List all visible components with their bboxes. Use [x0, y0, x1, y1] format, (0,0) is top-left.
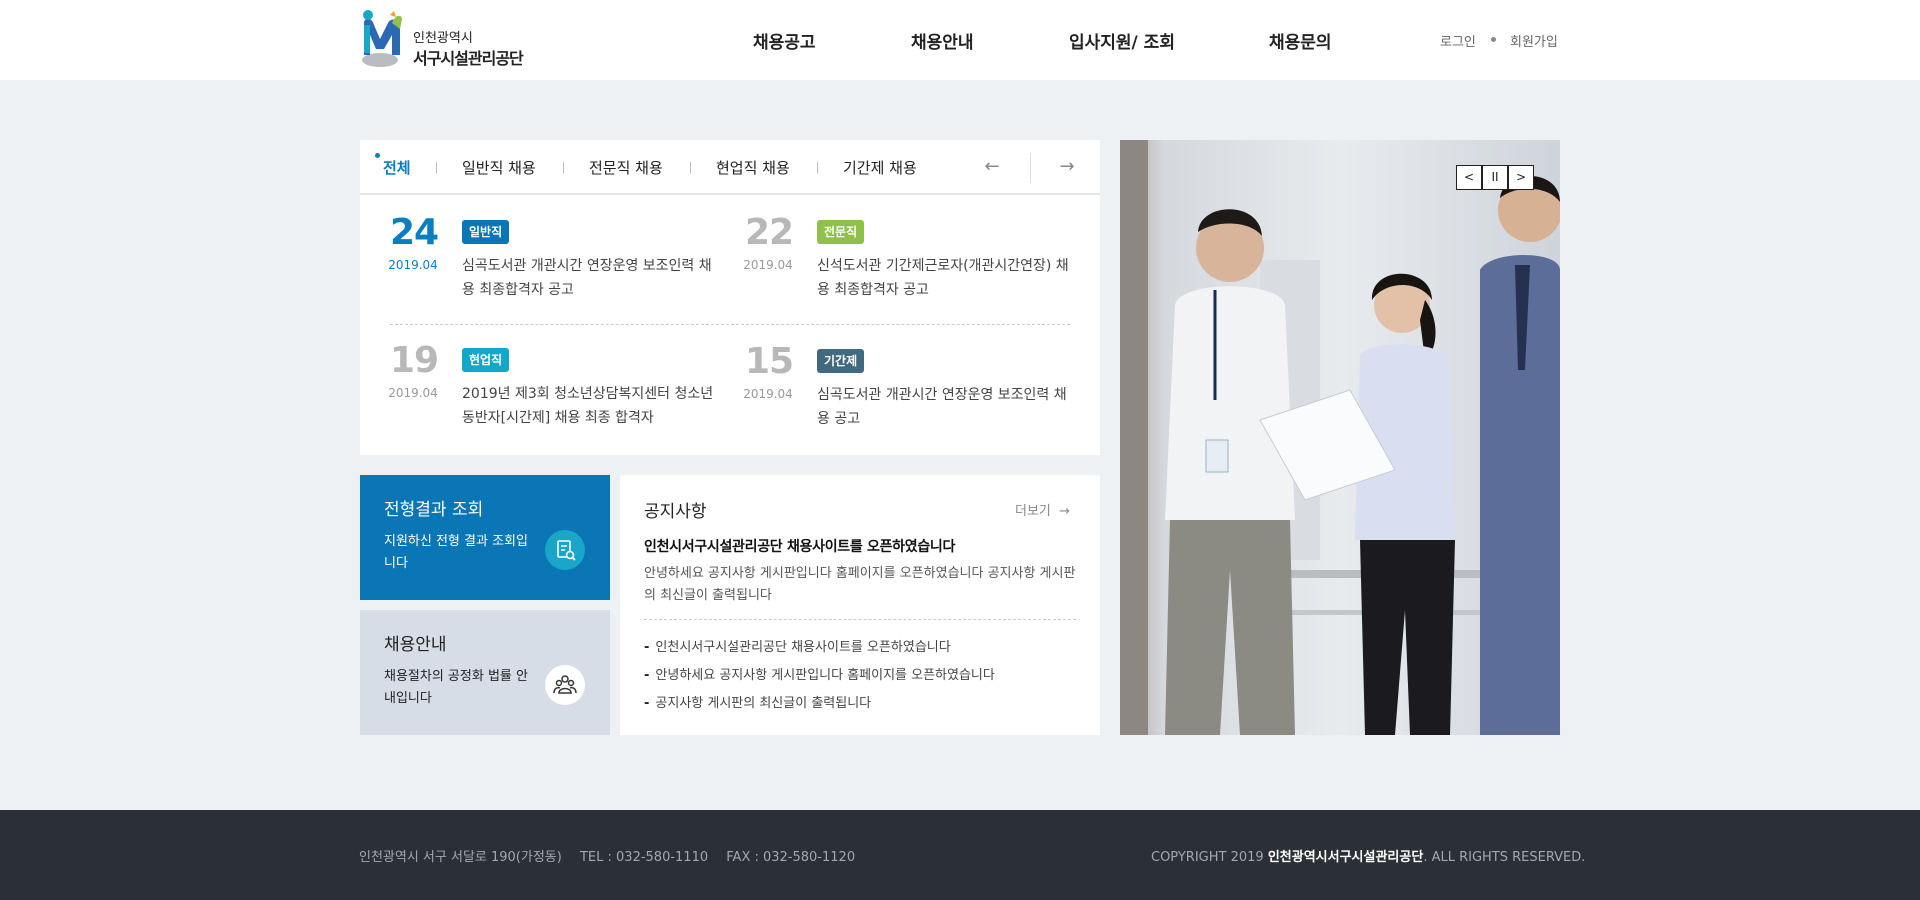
bullet-icon: -	[644, 640, 650, 655]
logo-title: 서구시설관리공단	[413, 49, 524, 68]
tab-all[interactable]: 전체	[383, 157, 411, 178]
notice-list-item[interactable]: - 공지사항 게시판의 최신글이 출력됩니다	[644, 692, 871, 711]
post-title[interactable]: 신석도서관 기간제근로자(개관시간연장) 채용 최종합격자 공고	[817, 254, 1077, 302]
tab-general[interactable]: 일반직 채용	[462, 157, 536, 178]
recruit-guide-card[interactable]: 채용안내 채용절차의 공정화 법률 안내입니다	[360, 610, 610, 735]
office-people-photo	[1120, 140, 1560, 735]
tab-divider	[690, 162, 691, 173]
footer-address: 인천광역시 서구 서달로 190(가정동)	[359, 850, 562, 865]
post-year-month: 2019.04	[388, 258, 438, 272]
recruit-board: 전체 일반직 채용 전문직 채용 현업직 채용 기간제 채용 ← → 24 20…	[360, 140, 1100, 455]
util-separator	[1491, 37, 1496, 42]
post-badge: 현업직	[462, 348, 510, 372]
recruit-post[interactable]: 24 2019.04 일반직 심곡도서관 개관시간 연장운영 보조인력 채용 최…	[388, 212, 730, 322]
notice-headline[interactable]: 인천시서구시설관리공단 채용사이트를 오픈하였습니다	[644, 536, 1084, 556]
post-badge: 기간제	[817, 349, 865, 373]
card-title: 채용안내	[384, 635, 447, 655]
footer-fax: FAX : 032-580-1120	[726, 850, 856, 865]
tab-divider	[436, 162, 437, 173]
signup-link[interactable]: 회원가입	[1510, 31, 1558, 50]
notice-list-item[interactable]: - 안녕하세요 공지사항 게시판입니다 홈페이지를 오픈하였습니다	[644, 664, 995, 683]
tab-fixed-term[interactable]: 기간제 채용	[843, 157, 917, 178]
copyright-suffix: . ALL RIGHTS RESERVED.	[1423, 850, 1586, 865]
site-logo[interactable]: 인천광역시 서구시설관리공단	[360, 9, 525, 69]
notice-item-text: 인천시서구시설관리공단 채용사이트를 오픈하였습니다	[655, 640, 951, 655]
post-badge: 전문직	[817, 220, 865, 244]
logo-subtitle: 인천광역시	[413, 31, 473, 46]
post-title[interactable]: 심곡도서관 개관시간 연장운영 보조인력 채용 최종합격자 공고	[462, 254, 722, 302]
post-day: 15	[745, 341, 794, 382]
recruit-post[interactable]: 22 2019.04 전문직 신석도서관 기간제근로자(개관시간연장) 채용 최…	[743, 212, 1085, 322]
post-day: 19	[390, 340, 439, 381]
notice-item-text: 안녕하세요 공지사항 게시판입니다 홈페이지를 오픈하였습니다	[655, 668, 995, 683]
post-divider	[390, 324, 1070, 325]
site-footer: 인천광역시 서구 서달로 190(가정동) TEL : 032-580-1110…	[0, 810, 1920, 900]
notice-divider	[644, 619, 1076, 620]
notice-item-text: 공지사항 게시판의 최신글이 출력됩니다	[655, 696, 872, 711]
login-link[interactable]: 로그인	[1440, 31, 1476, 50]
footer-tel: TEL : 032-580-1110	[579, 850, 709, 865]
recruit-post[interactable]: 15 2019.04 기간제 심곡도서관 개관시간 연장운영 보조인력 채용 공…	[743, 341, 1085, 451]
post-year-month: 2019.04	[388, 386, 438, 400]
result-check-card[interactable]: 전형결과 조회 지원하신 전형 결과 조회입니다	[360, 475, 610, 600]
post-title[interactable]: 2019년 제3회 청소년상담복지센터 청소년 동반자[시간제] 채용 최종 합…	[462, 382, 722, 430]
card-description: 지원하신 전형 결과 조회입니다	[384, 534, 528, 571]
post-year-month: 2019.04	[743, 258, 793, 272]
document-search-icon	[545, 530, 585, 570]
nav-item-recruit-guide[interactable]: 채용안내	[911, 28, 974, 53]
notice-summary: 안녕하세요 공지사항 게시판입니다 홈페이지를 오픈하였습니다 공지사항 게시판…	[644, 566, 1076, 603]
next-arrow-icon[interactable]: →	[1047, 150, 1087, 184]
footer-contact: 인천광역시 서구 서달로 190(가정동) TEL : 032-580-1110…	[359, 846, 869, 865]
notice-more-link[interactable]: 더보기 →	[1015, 500, 1070, 519]
recruit-tabs: 전체 일반직 채용 전문직 채용 현업직 채용 기간제 채용 ← →	[360, 140, 1100, 195]
post-year-month: 2019.04	[743, 387, 793, 401]
active-tab-indicator	[375, 153, 380, 158]
slider-pause-button[interactable]: II	[1482, 165, 1508, 190]
footer-copyright: COPYRIGHT 2019 인천광역시서구시설관리공단. ALL RIGHTS…	[1151, 846, 1585, 865]
post-day: 24	[390, 212, 439, 253]
bullet-icon: -	[644, 696, 650, 711]
post-day: 22	[745, 212, 794, 253]
arrow-right-icon: →	[1059, 504, 1070, 519]
site-header: 인천광역시 서구시설관리공단 채용공고 채용안내 입사지원/ 조회 채용문의 로…	[0, 0, 1920, 80]
card-title: 전형결과 조회	[384, 500, 484, 520]
logo-mark-icon	[362, 10, 402, 67]
slider-prev-button[interactable]: <	[1456, 165, 1482, 190]
tab-field[interactable]: 현업직 채용	[716, 157, 790, 178]
post-badge: 일반직	[462, 220, 510, 244]
arrow-divider	[1030, 153, 1031, 183]
nav-item-apply-check[interactable]: 입사지원/ 조회	[1069, 28, 1175, 53]
tab-professional[interactable]: 전문직 채용	[589, 157, 663, 178]
nav-item-job-postings[interactable]: 채용공고	[753, 28, 816, 53]
copyright-prefix: COPYRIGHT 2019	[1151, 850, 1264, 865]
recruit-post[interactable]: 19 2019.04 현업직 2019년 제3회 청소년상담복지센터 청소년 동…	[388, 340, 730, 450]
notice-board: 공지사항 더보기 → 인천시서구시설관리공단 채용사이트를 오픈하였습니다 안녕…	[620, 475, 1100, 735]
copyright-org: 인천광역시서구시설관리공단	[1267, 850, 1424, 865]
bullet-icon: -	[644, 668, 650, 683]
people-icon	[545, 665, 585, 705]
prev-arrow-icon[interactable]: ←	[972, 150, 1012, 184]
post-title[interactable]: 심곡도서관 개관시간 연장운영 보조인력 채용 공고	[817, 383, 1077, 431]
visual-slider: < II >	[1120, 140, 1560, 735]
tab-divider	[563, 162, 564, 173]
tab-divider	[817, 162, 818, 173]
card-description: 채용절차의 공정화 법률 안내입니다	[384, 669, 528, 706]
more-label: 더보기	[1015, 504, 1051, 519]
notice-list-item[interactable]: - 인천시서구시설관리공단 채용사이트를 오픈하였습니다	[644, 636, 951, 655]
slider-next-button[interactable]: >	[1508, 165, 1534, 190]
notice-title: 공지사항	[644, 502, 707, 522]
nav-item-inquiry[interactable]: 채용문의	[1269, 28, 1332, 53]
